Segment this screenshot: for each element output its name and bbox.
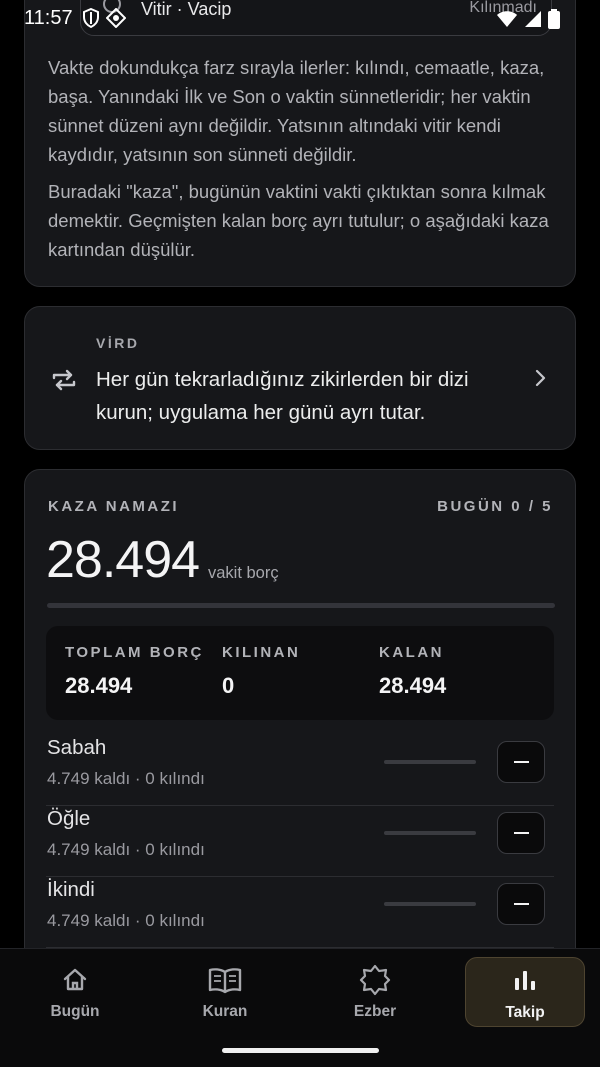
shield-icon xyxy=(83,8,99,28)
home-indicator[interactable] xyxy=(222,1048,379,1053)
kaza-total-debt: 28.494 xyxy=(46,531,200,589)
nav-label-kuran: Kuran xyxy=(202,1003,248,1020)
vird-card[interactable]: VİRD Her gün tekrarladığınız zikirlerden… xyxy=(24,306,576,450)
nav-label-takip: Takip xyxy=(505,1004,545,1021)
prayer-progress-bar xyxy=(384,831,476,835)
prayer-name: Öğle xyxy=(47,807,91,830)
prayer-status: 4.749 kaldı · 0 kılındı xyxy=(47,769,205,788)
chevron-right-icon xyxy=(535,369,546,387)
star-icon xyxy=(359,964,391,996)
bottom-navigation: Bugün Kuran Ezber Takip xyxy=(0,948,600,1067)
kaza-today-count: BUGÜN 0 / 5 xyxy=(437,498,553,515)
book-icon xyxy=(208,968,242,994)
summary-remaining-value: 28.494 xyxy=(379,673,447,698)
decrement-ikindi-button[interactable] xyxy=(497,883,545,925)
prayer-row-sabah: Sabah 4.749 kaldı · 0 kılındı xyxy=(46,736,554,806)
minus-icon xyxy=(513,903,529,905)
nav-tab-bugun[interactable]: Bugün xyxy=(15,957,135,1027)
summary-done-value: 0 xyxy=(222,673,235,698)
signal-icon xyxy=(525,11,541,27)
summary-done: KILINAN 0 xyxy=(222,644,300,699)
minus-icon xyxy=(513,832,529,834)
wifi-icon xyxy=(497,11,517,27)
kaza-summary: TOPLAM BORÇ 28.494 KILINAN 0 KALAN 28.49… xyxy=(46,626,554,720)
repeat-icon xyxy=(52,369,76,391)
info-card: Vakte dokundukça farz sırayla ilerler: k… xyxy=(24,0,576,287)
nav-tab-kuran[interactable]: Kuran xyxy=(165,957,285,1027)
diamond-app-icon xyxy=(106,8,126,28)
battery-icon xyxy=(548,9,560,29)
decrement-sabah-button[interactable] xyxy=(497,741,545,783)
nav-label-ezber: Ezber xyxy=(353,1003,397,1020)
kaza-label: KAZA NAMAZI xyxy=(48,498,180,515)
kaza-progress-bar xyxy=(47,603,555,608)
info-paragraph-1: Vakte dokundukça farz sırayla ilerler: k… xyxy=(48,57,545,165)
kaza-unit: vakit borç xyxy=(208,564,279,582)
prayer-progress-bar xyxy=(384,760,476,764)
status-time: 11:57 xyxy=(24,7,73,29)
info-paragraph-2: Buradaki "kaza", bugünün vaktini vakti ç… xyxy=(48,181,549,260)
nav-tab-ezber[interactable]: Ezber xyxy=(315,957,435,1027)
vird-label: VİRD xyxy=(96,335,140,351)
prayer-progress-bar xyxy=(384,902,476,906)
summary-remaining-label: KALAN xyxy=(379,644,444,661)
chart-icon xyxy=(515,971,535,990)
status-bar: 11:57 xyxy=(0,0,600,36)
nav-label-bugun: Bugün xyxy=(50,1003,100,1020)
summary-done-label: KILINAN xyxy=(222,644,301,661)
home-icon xyxy=(63,968,87,991)
prayer-status: 4.749 kaldı · 0 kılındı xyxy=(47,911,205,930)
prayer-row-ogle: Öğle 4.749 kaldı · 0 kılındı xyxy=(46,807,554,877)
vird-description: Her gün tekrarladığınız zikirlerden bir … xyxy=(96,368,469,424)
decrement-ogle-button[interactable] xyxy=(497,812,545,854)
prayer-name: İkindi xyxy=(47,878,95,901)
minus-icon xyxy=(513,761,529,763)
summary-total: TOPLAM BORÇ 28.494 xyxy=(65,644,204,699)
prayer-status: 4.749 kaldı · 0 kılındı xyxy=(47,840,205,859)
prayer-row-ikindi: İkindi 4.749 kaldı · 0 kılındı xyxy=(46,878,554,948)
prayer-name: Sabah xyxy=(47,736,107,759)
summary-total-value: 28.494 xyxy=(65,673,133,698)
summary-remaining: KALAN 28.494 xyxy=(379,644,446,699)
kaza-card: KAZA NAMAZI BUGÜN 0 / 5 28.494 vakit bor… xyxy=(24,469,576,989)
summary-total-label: TOPLAM BORÇ xyxy=(65,644,204,661)
nav-tab-takip[interactable]: Takip xyxy=(465,957,585,1027)
